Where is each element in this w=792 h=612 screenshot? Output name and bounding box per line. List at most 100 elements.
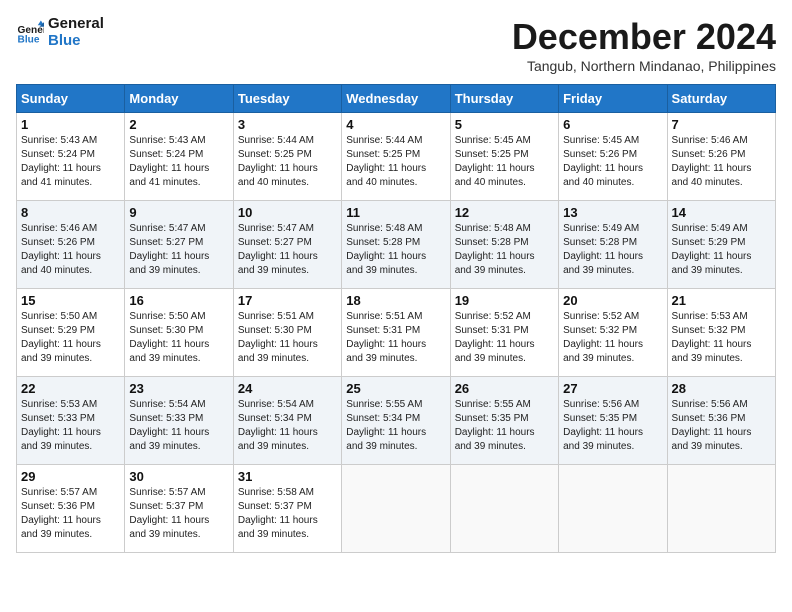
logo-line2: Blue <box>48 33 104 50</box>
calendar-week-1: 1 Sunrise: 5:43 AMSunset: 5:24 PMDaylight… <box>17 113 776 201</box>
calendar-week-2: 8 Sunrise: 5:46 AMSunset: 5:26 PMDaylight… <box>17 201 776 289</box>
day-info: Sunrise: 5:43 AMSunset: 5:24 PMDaylight:… <box>129 134 228 190</box>
day-number: 14 <box>672 205 771 220</box>
day-number: 1 <box>21 117 120 132</box>
calendar-cell: 4 Sunrise: 5:44 AMSunset: 5:25 PMDaylight… <box>342 113 450 201</box>
day-info: Sunrise: 5:44 AMSunset: 5:25 PMDaylight:… <box>238 134 337 190</box>
day-info: Sunrise: 5:58 AMSunset: 5:37 PMDaylight:… <box>238 486 337 542</box>
day-header-tuesday: Tuesday <box>233 85 341 113</box>
day-header-sunday: Sunday <box>17 85 125 113</box>
calendar-cell: 11 Sunrise: 5:48 AMSunset: 5:28 PMDayligh… <box>342 201 450 289</box>
calendar-cell <box>342 465 450 553</box>
calendar-cell: 29Sunrise: 5:57 AMSunset: 5:36 PMDayligh… <box>17 465 125 553</box>
day-number: 13 <box>563 205 662 220</box>
day-header-friday: Friday <box>559 85 667 113</box>
day-info: Sunrise: 5:50 AMSunset: 5:29 PMDaylight:… <box>21 310 120 366</box>
day-info: Sunrise: 5:45 AMSunset: 5:26 PMDaylight:… <box>563 134 662 190</box>
calendar-week-3: 15 Sunrise: 5:50 AMSunset: 5:29 PMDayligh… <box>17 289 776 377</box>
calendar-cell: 9Sunrise: 5:47 AMSunset: 5:27 PMDaylight… <box>125 201 233 289</box>
day-info: Sunrise: 5:48 AMSunset: 5:28 PMDaylight:… <box>346 222 445 278</box>
day-header-thursday: Thursday <box>450 85 558 113</box>
day-number: 31 <box>238 469 337 484</box>
day-info: Sunrise: 5:55 AMSunset: 5:35 PMDaylight:… <box>455 398 554 454</box>
calendar-cell: 10 Sunrise: 5:47 AMSunset: 5:27 PMDayligh… <box>233 201 341 289</box>
calendar-table: SundayMondayTuesdayWednesdayThursdayFrid… <box>16 84 776 553</box>
day-info: Sunrise: 5:47 AMSunset: 5:27 PMDaylight:… <box>129 222 228 278</box>
day-number: 27 <box>563 381 662 396</box>
location: Tangub, Northern Mindanao, Philippines <box>512 58 776 74</box>
day-number: 21 <box>672 293 771 308</box>
day-number: 11 <box>346 205 445 220</box>
day-header-monday: Monday <box>125 85 233 113</box>
day-info: Sunrise: 5:51 AMSunset: 5:30 PMDaylight:… <box>238 310 337 366</box>
month-title: December 2024 <box>512 16 776 58</box>
day-number: 3 <box>238 117 337 132</box>
day-number: 19 <box>455 293 554 308</box>
day-info: Sunrise: 5:53 AMSunset: 5:33 PMDaylight:… <box>21 398 120 454</box>
calendar-cell: 21 Sunrise: 5:53 AMSunset: 5:32 PMDayligh… <box>667 289 775 377</box>
day-number: 24 <box>238 381 337 396</box>
day-info: Sunrise: 5:52 AMSunset: 5:32 PMDaylight:… <box>563 310 662 366</box>
calendar-cell: 14Sunrise: 5:49 AMSunset: 5:29 PMDayligh… <box>667 201 775 289</box>
day-number: 7 <box>672 117 771 132</box>
day-info: Sunrise: 5:54 AMSunset: 5:34 PMDaylight:… <box>238 398 337 454</box>
calendar-week-5: 29Sunrise: 5:57 AMSunset: 5:36 PMDayligh… <box>17 465 776 553</box>
calendar-cell: 28Sunrise: 5:56 AMSunset: 5:36 PMDayligh… <box>667 377 775 465</box>
calendar-cell: 22Sunrise: 5:53 AMSunset: 5:33 PMDayligh… <box>17 377 125 465</box>
calendar-cell: 5 Sunrise: 5:45 AMSunset: 5:25 PMDaylight… <box>450 113 558 201</box>
calendar-cell: 1Sunrise: 5:43 AMSunset: 5:24 PMDaylight… <box>17 113 125 201</box>
day-info: Sunrise: 5:54 AMSunset: 5:33 PMDaylight:… <box>129 398 228 454</box>
day-number: 4 <box>346 117 445 132</box>
calendar-cell: 24 Sunrise: 5:54 AMSunset: 5:34 PMDayligh… <box>233 377 341 465</box>
logo: General Blue General Blue <box>16 16 104 49</box>
calendar-cell <box>450 465 558 553</box>
calendar-cell: 7Sunrise: 5:46 AMSunset: 5:26 PMDaylight… <box>667 113 775 201</box>
calendar-header-row: SundayMondayTuesdayWednesdayThursdayFrid… <box>17 85 776 113</box>
day-info: Sunrise: 5:55 AMSunset: 5:34 PMDaylight:… <box>346 398 445 454</box>
calendar-cell: 27 Sunrise: 5:56 AMSunset: 5:35 PMDayligh… <box>559 377 667 465</box>
day-number: 26 <box>455 381 554 396</box>
day-info: Sunrise: 5:56 AMSunset: 5:35 PMDaylight:… <box>563 398 662 454</box>
day-info: Sunrise: 5:57 AMSunset: 5:37 PMDaylight:… <box>129 486 228 542</box>
day-header-saturday: Saturday <box>667 85 775 113</box>
title-block: December 2024 Tangub, Northern Mindanao,… <box>512 16 776 74</box>
day-number: 8 <box>21 205 120 220</box>
day-number: 15 <box>21 293 120 308</box>
day-info: Sunrise: 5:48 AMSunset: 5:28 PMDaylight:… <box>455 222 554 278</box>
calendar-cell <box>559 465 667 553</box>
day-number: 28 <box>672 381 771 396</box>
day-info: Sunrise: 5:57 AMSunset: 5:36 PMDaylight:… <box>21 486 120 542</box>
page-header: General Blue General Blue December 2024 … <box>16 16 776 74</box>
calendar-cell: 26 Sunrise: 5:55 AMSunset: 5:35 PMDayligh… <box>450 377 558 465</box>
day-header-wednesday: Wednesday <box>342 85 450 113</box>
day-number: 2 <box>129 117 228 132</box>
calendar-cell <box>667 465 775 553</box>
day-number: 23 <box>129 381 228 396</box>
calendar-cell: 23 Sunrise: 5:54 AMSunset: 5:33 PMDayligh… <box>125 377 233 465</box>
day-number: 12 <box>455 205 554 220</box>
svg-text:Blue: Blue <box>18 34 40 45</box>
day-info: Sunrise: 5:53 AMSunset: 5:32 PMDaylight:… <box>672 310 771 366</box>
calendar-cell: 25 Sunrise: 5:55 AMSunset: 5:34 PMDayligh… <box>342 377 450 465</box>
calendar-cell: 17Sunrise: 5:51 AMSunset: 5:30 PMDayligh… <box>233 289 341 377</box>
calendar-cell: 2 Sunrise: 5:43 AMSunset: 5:24 PMDaylight… <box>125 113 233 201</box>
day-info: Sunrise: 5:45 AMSunset: 5:25 PMDaylight:… <box>455 134 554 190</box>
day-number: 6 <box>563 117 662 132</box>
logo-line1: General <box>48 16 104 33</box>
day-number: 30 <box>129 469 228 484</box>
day-info: Sunrise: 5:46 AMSunset: 5:26 PMDaylight:… <box>21 222 120 278</box>
calendar-cell: 8 Sunrise: 5:46 AMSunset: 5:26 PMDaylight… <box>17 201 125 289</box>
day-number: 20 <box>563 293 662 308</box>
day-info: Sunrise: 5:51 AMSunset: 5:31 PMDaylight:… <box>346 310 445 366</box>
calendar-cell: 16Sunrise: 5:50 AMSunset: 5:30 PMDayligh… <box>125 289 233 377</box>
calendar-cell: 31 Sunrise: 5:58 AMSunset: 5:37 PMDayligh… <box>233 465 341 553</box>
day-info: Sunrise: 5:44 AMSunset: 5:25 PMDaylight:… <box>346 134 445 190</box>
day-info: Sunrise: 5:50 AMSunset: 5:30 PMDaylight:… <box>129 310 228 366</box>
day-number: 5 <box>455 117 554 132</box>
calendar-week-4: 22Sunrise: 5:53 AMSunset: 5:33 PMDayligh… <box>17 377 776 465</box>
calendar-cell: 19Sunrise: 5:52 AMSunset: 5:31 PMDayligh… <box>450 289 558 377</box>
day-number: 25 <box>346 381 445 396</box>
day-info: Sunrise: 5:47 AMSunset: 5:27 PMDaylight:… <box>238 222 337 278</box>
calendar-cell: 13Sunrise: 5:49 AMSunset: 5:28 PMDayligh… <box>559 201 667 289</box>
day-number: 10 <box>238 205 337 220</box>
